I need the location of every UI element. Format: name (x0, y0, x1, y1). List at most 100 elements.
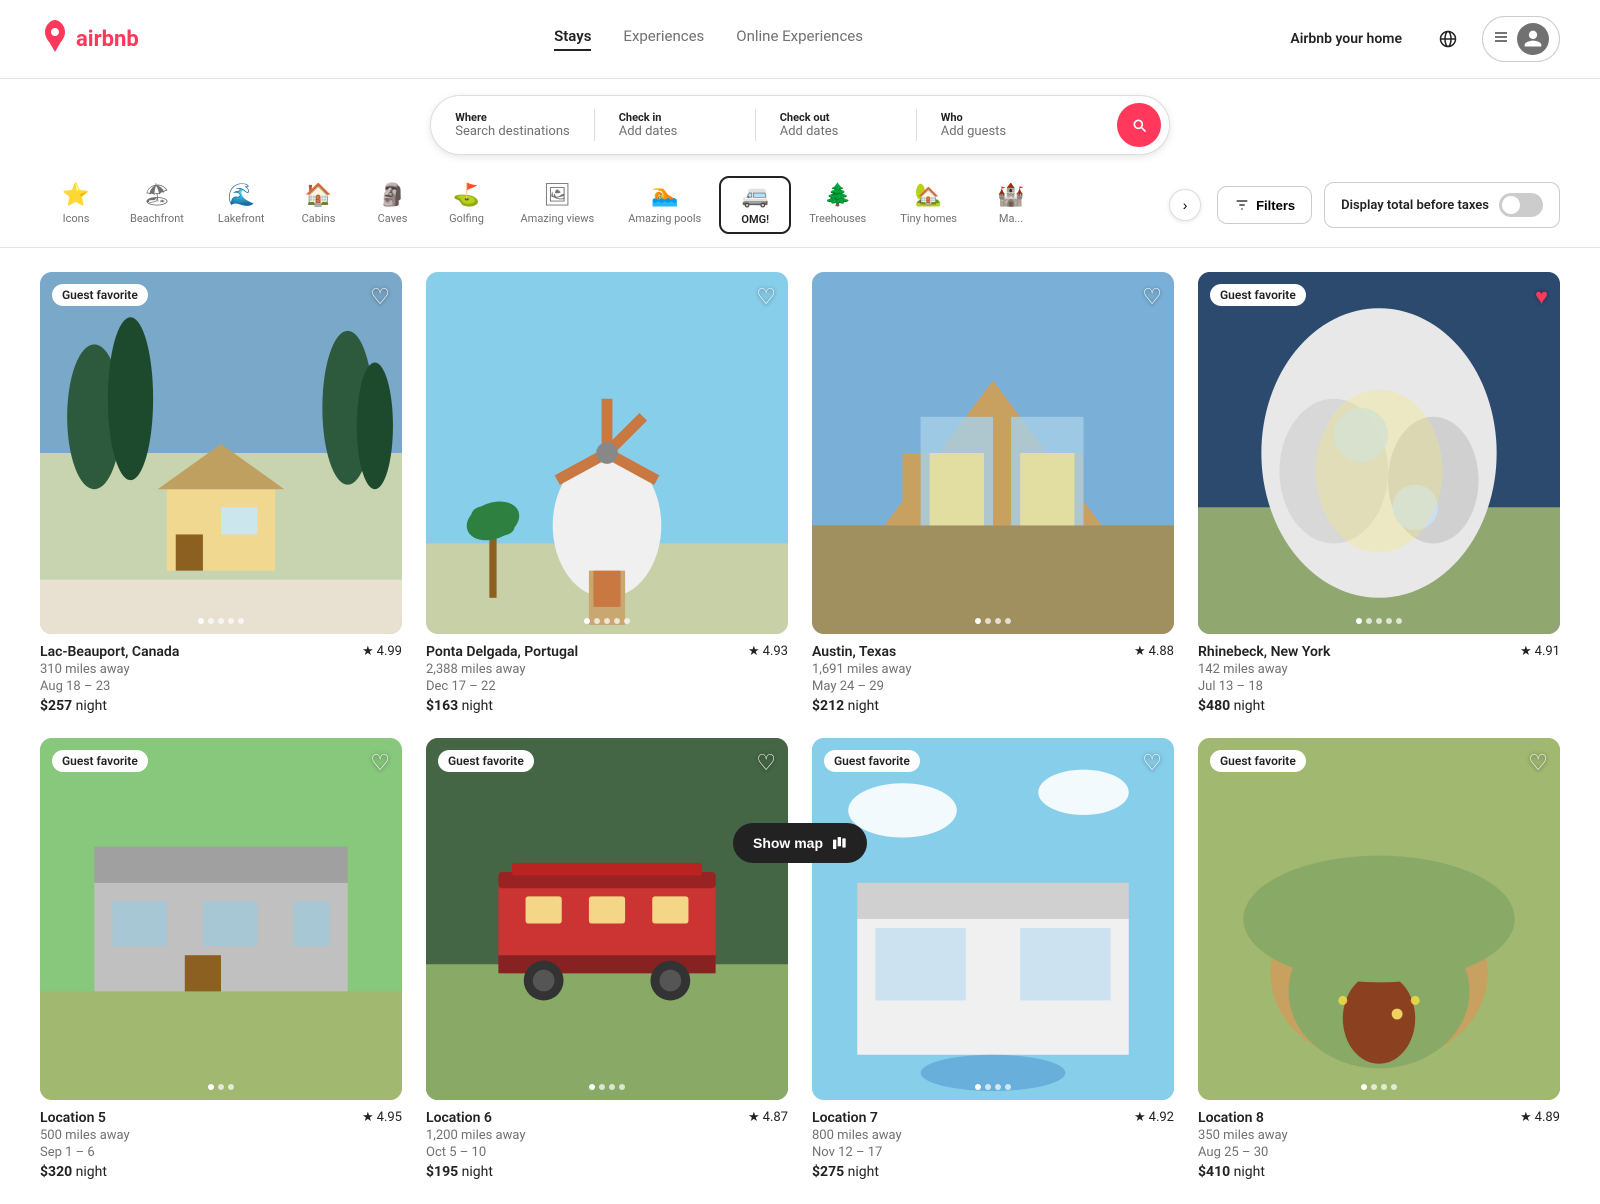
search-button[interactable] (1117, 103, 1161, 147)
listing-info-6: Location 6 ★ 4.87 1,200 miles away Oct 5… (426, 1100, 788, 1180)
dot (614, 618, 620, 624)
listing-price-4: $480 night (1198, 698, 1560, 714)
category-omg[interactable]: 🚐 OMG! (719, 176, 791, 234)
category-label: Amazing pools (628, 212, 701, 225)
listing-info-7: Location 7 ★ 4.92 800 miles away Nov 12 … (812, 1100, 1174, 1180)
listing-card-7[interactable]: Guest favorite ♡ Location 7 ★ 4.92 800 m… (812, 738, 1174, 1180)
checkout-input[interactable]: Add dates (780, 124, 892, 139)
wishlist-button-1[interactable]: ♡ (370, 284, 390, 310)
filters-button[interactable]: Filters (1217, 186, 1312, 224)
wishlist-button-3[interactable]: ♡ (1142, 284, 1162, 310)
star-icon: ★ (1520, 1110, 1532, 1125)
listing-card-6[interactable]: Guest favorite ♡ Location 6 ★ 4.87 1,200… (426, 738, 788, 1180)
who-label: Who (941, 111, 1093, 124)
user-menu[interactable] (1482, 16, 1560, 62)
dot (1361, 1084, 1367, 1090)
listing-image-2: ♡ (426, 272, 788, 634)
listing-title-row-3: Austin, Texas ★ 4.88 (812, 644, 1174, 660)
dot (198, 618, 204, 624)
checkout-section[interactable]: Check out Add dates (756, 101, 916, 149)
wishlist-button-5[interactable]: ♡ (370, 750, 390, 776)
listing-photo-3 (812, 272, 1174, 634)
category-amazing-views[interactable]: 🖼 Amazing views (505, 175, 611, 235)
dot-indicators-4 (1356, 618, 1402, 624)
listing-dates-8: Aug 25 – 30 (1198, 1145, 1560, 1160)
listing-card-8[interactable]: Guest favorite ♡ Location 8 ★ 4.89 350 m… (1198, 738, 1560, 1180)
wishlist-button-2[interactable]: ♡ (756, 284, 776, 310)
checkin-label: Check in (619, 111, 731, 124)
who-section[interactable]: Who Add guests (917, 101, 1117, 149)
wishlist-button-4[interactable]: ♥ (1535, 284, 1548, 310)
omg-icon: 🚐 (742, 184, 769, 209)
category-icons[interactable]: ⭐ Icons (40, 175, 112, 235)
dot (218, 1084, 224, 1090)
listing-rating-3: ★ 4.88 (1134, 644, 1174, 659)
listing-location-4: Rhinebeck, New York (1198, 644, 1520, 660)
listing-card-1[interactable]: Guest favorite ♡ Lac-Beauport, Canada ★ … (40, 272, 402, 714)
listing-dates-6: Oct 5 – 10 (426, 1145, 788, 1160)
category-lakefront[interactable]: 🌊 Lakefront (202, 175, 281, 235)
dot (208, 618, 214, 624)
category-amazing-pools[interactable]: 🏊 Amazing pools (612, 175, 717, 235)
listing-image-4: Guest favorite ♥ (1198, 272, 1560, 634)
star-icon: ★ (1520, 644, 1532, 659)
listing-rating-2: ★ 4.93 (748, 644, 788, 659)
language-button[interactable] (1430, 21, 1466, 57)
category-label: Beachfront (130, 212, 184, 225)
category-tiny-homes[interactable]: 🏡 Tiny homes (884, 175, 973, 235)
listing-card-5[interactable]: Guest favorite ♡ Location 5 ★ 4.95 500 m… (40, 738, 402, 1180)
dot-indicators-1 (198, 618, 244, 624)
listing-card-2[interactable]: ♡ Ponta Delgada, Portugal ★ 4.93 2,388 m… (426, 272, 788, 714)
who-input[interactable]: Add guests (941, 124, 1093, 139)
listing-price-1: $257 night (40, 698, 402, 714)
star-icon: ★ (1134, 644, 1146, 659)
listing-location-8: Location 8 (1198, 1110, 1520, 1126)
listing-price-3: $212 night (812, 698, 1174, 714)
map-icon (831, 835, 847, 851)
tab-online-experiences[interactable]: Online Experiences (736, 27, 863, 51)
avatar (1517, 23, 1549, 55)
category-label: Treehouses (809, 212, 866, 225)
listing-dates-3: May 24 – 29 (812, 679, 1174, 694)
listing-photo-1 (40, 272, 402, 634)
listing-card-4[interactable]: Guest favorite ♥ Rhinebeck, New York ★ 4… (1198, 272, 1560, 714)
tab-stays[interactable]: Stays (554, 27, 591, 51)
filters-label: Filters (1256, 198, 1295, 213)
scroll-next-button[interactable]: › (1169, 189, 1201, 221)
listing-distance-7: 800 miles away (812, 1128, 1174, 1143)
listing-badge-6: Guest favorite (438, 750, 534, 772)
category-treehouses[interactable]: 🌲 Treehouses (793, 175, 882, 235)
dot (238, 618, 244, 624)
listing-card-3[interactable]: ♡ Austin, Texas ★ 4.88 1,691 miles away … (812, 272, 1174, 714)
where-section[interactable]: Where Search destinations (431, 101, 593, 149)
listing-info-8: Location 8 ★ 4.89 350 miles away Aug 25 … (1198, 1100, 1560, 1180)
category-cabins[interactable]: 🏠 Cabins (283, 175, 355, 235)
category-label: Amazing views (521, 212, 595, 225)
wishlist-button-6[interactable]: ♡ (756, 750, 776, 776)
wishlist-button-8[interactable]: ♡ (1528, 750, 1548, 776)
listing-location-2: Ponta Delgada, Portugal (426, 644, 748, 660)
category-mansions[interactable]: 🏰 Ma... (975, 175, 1047, 235)
wishlist-button-7[interactable]: ♡ (1142, 750, 1162, 776)
listing-photo-6 (426, 738, 788, 1100)
dot-indicators-7 (975, 1084, 1011, 1090)
listing-dates-1: Aug 18 – 23 (40, 679, 402, 694)
logo[interactable]: airbnb (40, 20, 139, 59)
tab-experiences[interactable]: Experiences (623, 27, 704, 51)
category-golfing[interactable]: ⛳ Golfing (431, 175, 503, 235)
where-input[interactable]: Search destinations (455, 124, 569, 139)
dot (584, 618, 590, 624)
show-map-button[interactable]: Show map (733, 823, 867, 863)
listing-rating-4: ★ 4.91 (1520, 644, 1560, 659)
checkin-input[interactable]: Add dates (619, 124, 731, 139)
tax-toggle-switch[interactable] (1499, 193, 1543, 217)
category-beachfront[interactable]: 🏖 Beachfront (114, 175, 200, 235)
checkin-section[interactable]: Check in Add dates (595, 101, 755, 149)
category-caves[interactable]: 🗿 Caves (357, 175, 429, 235)
header: airbnb Stays Experiences Online Experien… (0, 0, 1600, 79)
airbnb-your-home-link[interactable]: Airbnb your home (1278, 23, 1414, 55)
tiny-homes-icon: 🏡 (915, 183, 942, 208)
dot (995, 1084, 1001, 1090)
search-bar-wrapper: Where Search destinations Check in Add d… (0, 79, 1600, 163)
listing-location-1: Lac-Beauport, Canada (40, 644, 362, 660)
